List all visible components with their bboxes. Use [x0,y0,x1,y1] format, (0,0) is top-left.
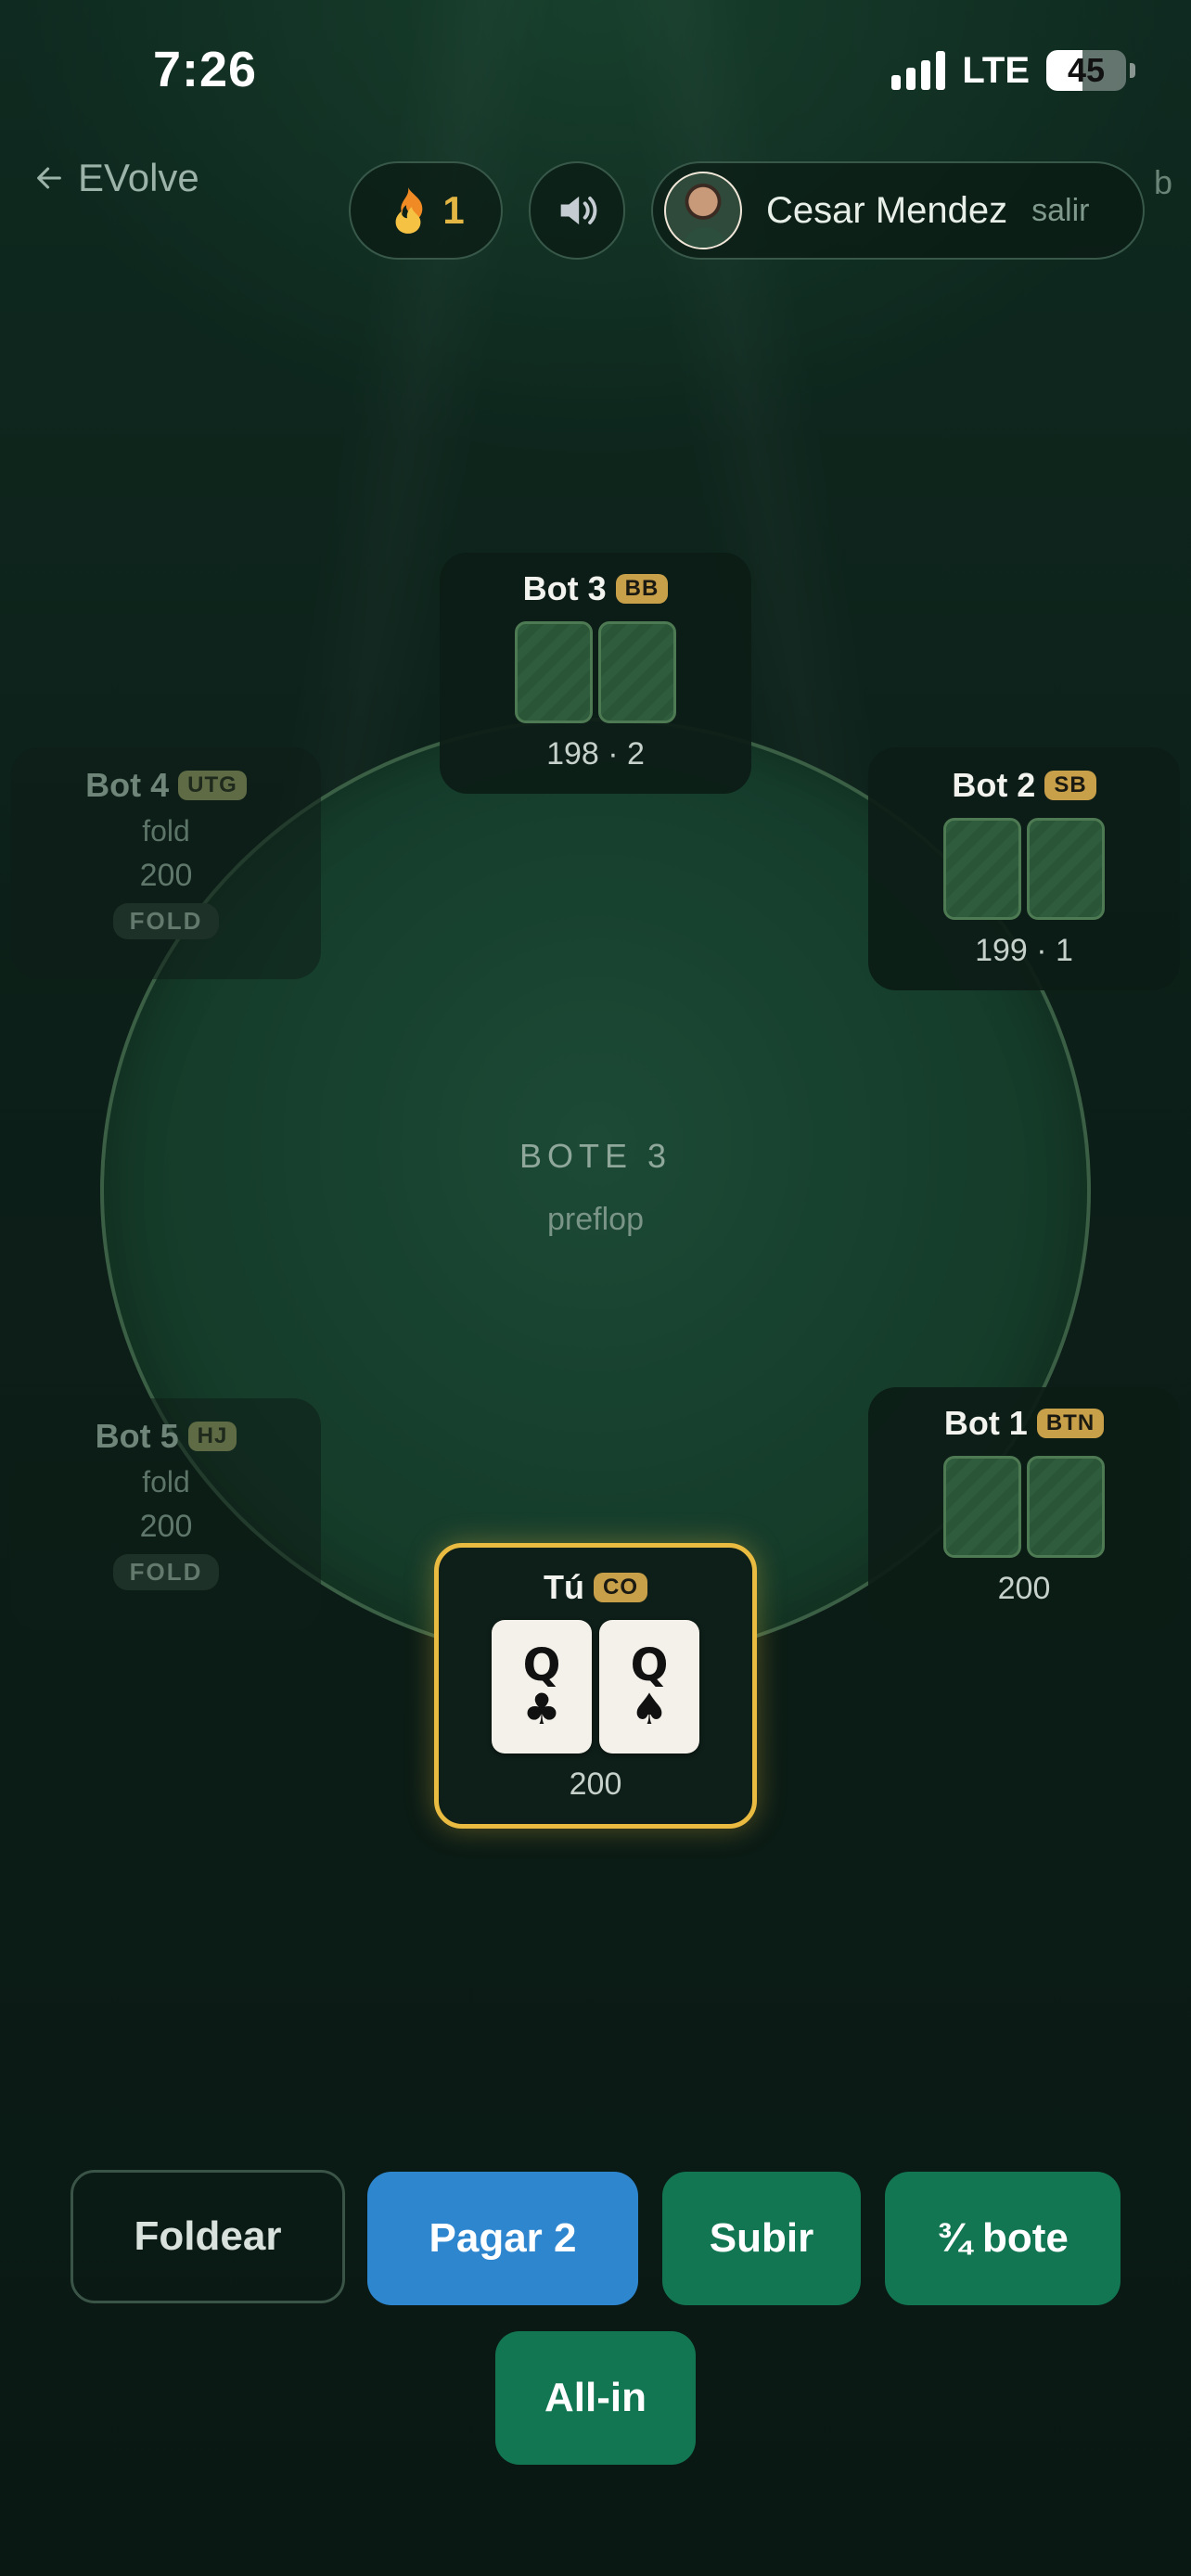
network-label: LTE [962,49,1030,91]
card-rank: Q [522,1639,561,1691]
logout-link[interactable]: salir [1031,193,1089,229]
hole-cards [943,1456,1105,1558]
seat-header: Bot 2 SB [952,766,1096,805]
user-pill[interactable]: Cesar Mendez salir [651,161,1145,260]
player-name: Tú [544,1568,584,1606]
fold-tag: FOLD [112,903,220,939]
battery-icon: 45 [1046,50,1126,91]
player-name: Bot 2 [952,766,1036,804]
position-badge: HJ [187,1422,237,1451]
club-suit-icon: ♣ [522,1684,561,1734]
arrow-left-icon [37,167,61,189]
seat-bot4: Bot 4 UTG fold 200 FOLD [11,747,321,979]
player-name: Bot 4 [85,766,170,804]
card-rank: Q [630,1639,669,1691]
back-label: EVolve [78,156,199,199]
streak-badge[interactable]: 1 [349,161,503,260]
hole-cards [943,818,1105,920]
seat-header: Bot 4 UTG [85,766,247,805]
sound-toggle-button[interactable] [529,161,625,260]
seat-header: Tú CO [544,1568,647,1607]
player-status: fold [142,1465,190,1498]
stack-amount: 200 [997,1571,1051,1606]
stack-amount: 199 · 1 [975,933,1073,968]
call-button[interactable]: Pagar 2 [367,2172,638,2305]
fold-button[interactable]: Foldear [70,2170,345,2303]
player-name: Bot 3 [522,569,607,607]
pot-label: BOTE 3 [519,1137,672,1175]
street-label: preflop [547,1202,644,1237]
player-name: Bot 5 [95,1417,179,1455]
battery-percent: 45 [1067,51,1106,89]
hole-cards: Q ♣ Q ♠ [492,1620,699,1753]
playing-card: Q ♣ [492,1620,592,1753]
seat-header: Bot 3 BB [523,569,669,608]
position-badge: UTG [178,771,247,800]
seat-bot2: Bot 2 SB 199 · 1 [868,747,1180,990]
speaker-icon [560,196,597,225]
back-button[interactable]: EVolve [33,156,199,200]
seat-bot1: Bot 1 BTN 200 [868,1387,1180,1630]
clipped-header-text: b [1153,163,1172,201]
position-badge: SB [1044,771,1096,800]
battery-cap [1130,63,1135,78]
card-back [515,621,593,723]
card-back [943,818,1021,920]
status-indicators: LTE 45 [891,45,1135,96]
spade-suit-icon: ♠ [630,1684,669,1734]
fire-icon [395,187,423,234]
three-quarter-pot-button[interactable]: ¾ bote [885,2172,1121,2305]
stack-amount: 198 · 2 [546,736,645,772]
playing-card: Q ♠ [599,1620,699,1753]
raise-button[interactable]: Subir [662,2172,861,2305]
user-name: Cesar Mendez [766,189,1008,231]
position-badge: CO [593,1573,647,1602]
stack-amount: 200 [139,1509,193,1544]
streak-count: 1 [442,188,465,232]
hole-cards [515,621,676,723]
stack-amount: 200 [139,858,193,893]
stack-amount: 200 [569,1766,622,1802]
seat-header: Bot 5 HJ [96,1417,237,1456]
seat-hero: Tú CO Q ♣ Q ♠ 200 [434,1543,757,1829]
status-time: 7:26 [153,42,258,97]
position-badge: BB [615,574,669,604]
all-in-button[interactable]: All-in [495,2331,696,2465]
fold-tag: FOLD [112,1554,220,1590]
seat-bot5: Bot 5 HJ fold 200 FOLD [11,1398,321,1630]
card-back [943,1456,1021,1558]
signal-icon [891,51,946,90]
position-badge: BTN [1036,1409,1105,1438]
player-name: Bot 1 [943,1404,1028,1442]
card-back [1027,818,1105,920]
player-status: fold [142,814,190,848]
seat-bot3: Bot 3 BB 198 · 2 [440,553,751,794]
card-back [1027,1456,1105,1558]
seat-header: Bot 1 BTN [943,1404,1105,1443]
avatar [664,172,742,249]
card-back [598,621,676,723]
